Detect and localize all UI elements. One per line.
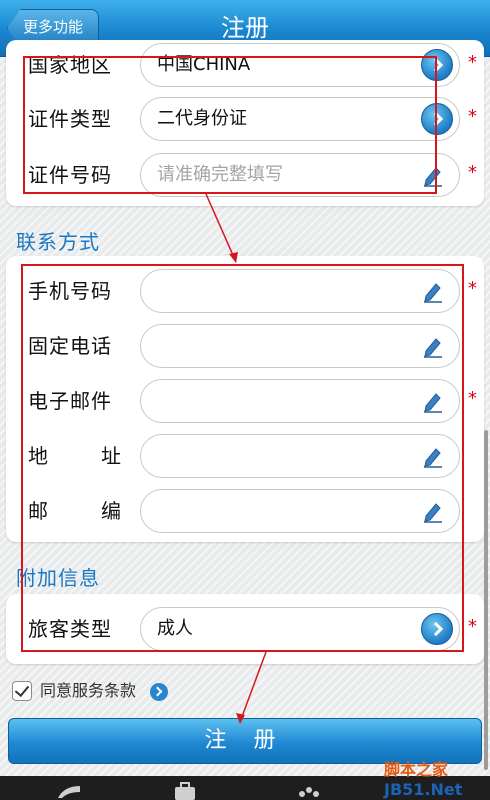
passenger-type-select[interactable]: 成人 [140, 607, 460, 651]
watermark-part1: 脚本之家 [384, 760, 449, 779]
pencil-icon [424, 503, 442, 523]
more-icon[interactable] [296, 782, 322, 800]
address-row: 地址 [6, 431, 484, 481]
identity-card: 国家地区 中国CHINA * 证件类型 二代身份证 * 证件号码 请准确完整填写… [6, 40, 484, 206]
country-value: 中国CHINA [157, 54, 251, 75]
country-select[interactable]: 中国CHINA [140, 43, 460, 87]
address-label: 地址 [28, 444, 122, 468]
postcode-field[interactable] [140, 489, 460, 533]
email-field[interactable] [140, 379, 460, 423]
email-label: 电子邮件 [28, 389, 112, 413]
phone-label: 固定电话 [28, 334, 112, 358]
scrollbar[interactable] [484, 430, 488, 770]
contact-section-title: 联系方式 [16, 230, 100, 254]
mobile-row: 手机号码 * [6, 266, 484, 316]
id-number-label: 证件号码 [28, 163, 112, 187]
required-mark: * [468, 388, 477, 409]
required-mark: * [468, 106, 477, 127]
id-type-label: 证件类型 [28, 107, 112, 131]
watermark: 脚本之家 JB51.Net [384, 756, 462, 799]
phone-field[interactable] [140, 324, 460, 368]
passenger-type-value: 成人 [157, 618, 193, 639]
id-number-field[interactable]: 请准确完整填写 [140, 153, 460, 197]
id-number-placeholder: 请准确完整填写 [157, 164, 283, 185]
postcode-label: 邮编 [28, 499, 122, 523]
phone-row: 固定电话 [6, 321, 484, 371]
pencil-icon [424, 283, 442, 303]
pencil-icon [424, 338, 442, 358]
agree-checkbox[interactable] [12, 681, 32, 701]
chevron-right-icon[interactable] [421, 49, 453, 81]
passenger-type-label: 旅客类型 [28, 617, 112, 641]
postcode-row: 邮编 [6, 486, 484, 536]
passenger-type-row: 旅客类型 成人 * [6, 604, 484, 654]
id-type-value: 二代身份证 [157, 108, 247, 129]
id-type-row: 证件类型 二代身份证 * [6, 94, 484, 144]
id-type-select[interactable]: 二代身份证 [140, 97, 460, 141]
extra-section-title: 附加信息 [16, 566, 100, 590]
pencil-icon [424, 393, 442, 413]
agree-label: 同意服务条款 [40, 681, 137, 700]
train-icon[interactable] [56, 782, 82, 800]
mobile-field[interactable] [140, 269, 460, 313]
id-number-row: 证件号码 请准确完整填写 * [6, 150, 484, 200]
chevron-right-icon[interactable] [421, 103, 453, 135]
watermark-part2: JB51.Net [384, 780, 463, 799]
contact-card: 手机号码 * 固定电话 电子邮件 * 地址 邮编 [6, 256, 484, 542]
required-mark: * [468, 162, 477, 183]
email-row: 电子邮件 * [6, 376, 484, 426]
chevron-right-icon[interactable] [421, 613, 453, 645]
terms-arrow-icon[interactable] [150, 683, 168, 701]
required-mark: * [468, 52, 477, 73]
briefcase-icon[interactable] [172, 782, 198, 800]
mobile-label: 手机号码 [28, 279, 112, 303]
address-field[interactable] [140, 434, 460, 478]
country-row: 国家地区 中国CHINA * [6, 40, 484, 90]
required-mark: * [468, 278, 477, 299]
country-label: 国家地区 [28, 53, 112, 77]
extra-card: 旅客类型 成人 * [6, 594, 484, 664]
pencil-icon [424, 167, 442, 187]
required-mark: * [468, 616, 477, 637]
pencil-icon [424, 448, 442, 468]
